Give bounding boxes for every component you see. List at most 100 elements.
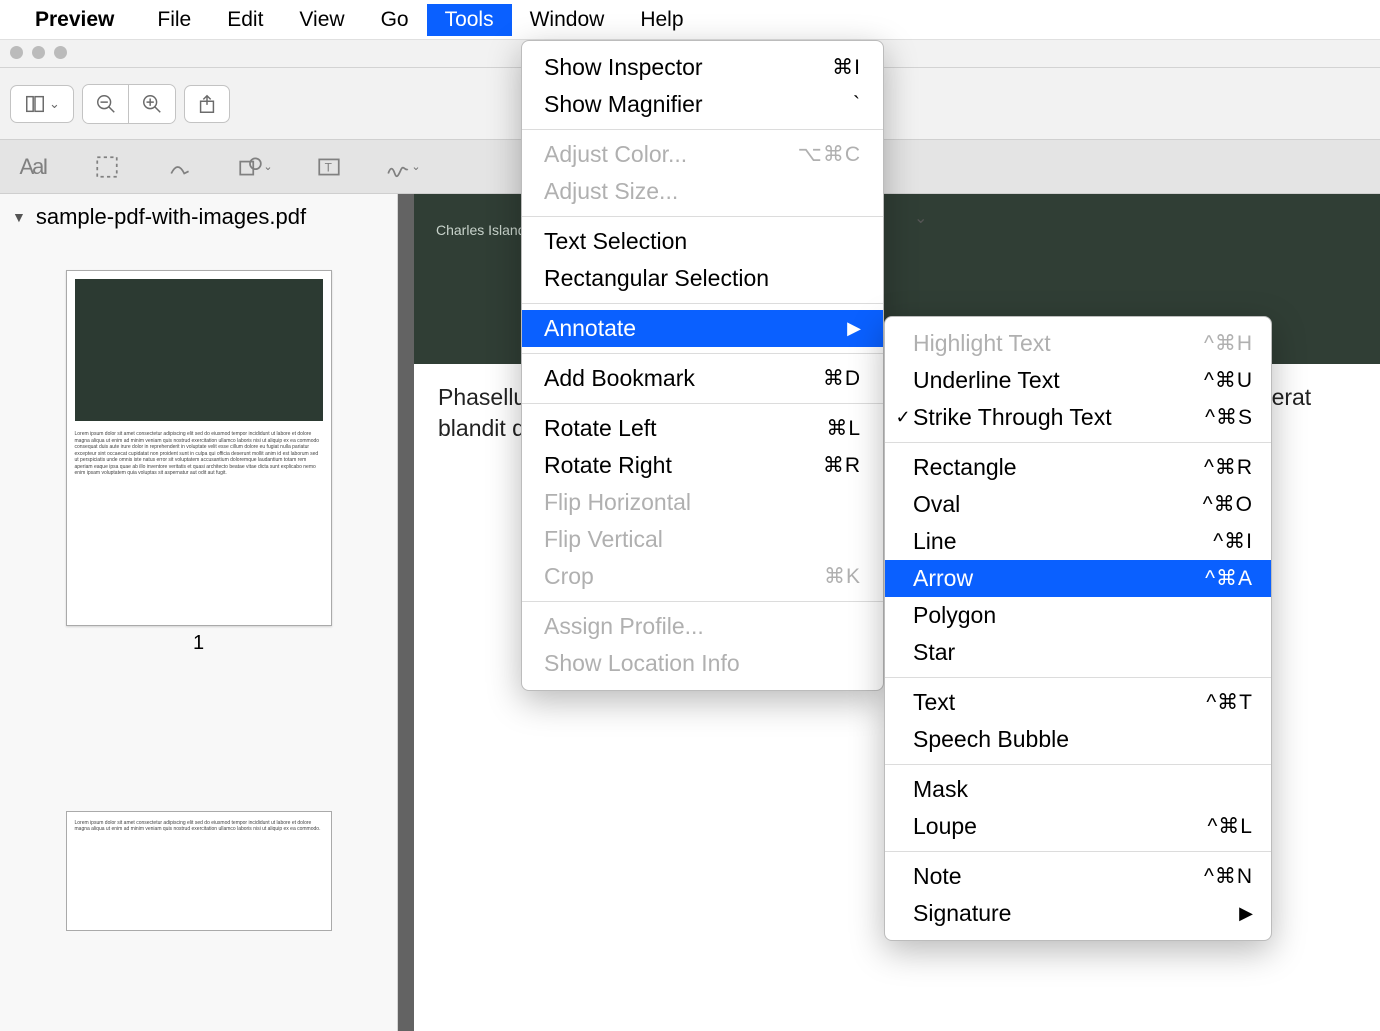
menu-item-flip-vertical: Flip Vertical bbox=[522, 521, 883, 558]
submenu-arrow-icon: ▶ bbox=[847, 318, 861, 339]
shortcut: ^⌘R bbox=[1204, 455, 1253, 480]
menu-item-label: Underline Text bbox=[913, 367, 1060, 394]
page-thumbnail-1[interactable]: Lorem ipsum dolor sit amet consectetur a… bbox=[66, 270, 332, 626]
menu-item-polygon[interactable]: Polygon bbox=[885, 597, 1271, 634]
shortcut: ` bbox=[853, 93, 861, 117]
menu-window[interactable]: Window bbox=[512, 4, 623, 36]
menu-item-label: Strike Through Text bbox=[913, 404, 1112, 431]
shortcut: ^⌘H bbox=[1204, 331, 1253, 356]
menu-item-label: Rectangle bbox=[913, 454, 1017, 481]
menu-item-label: Note bbox=[913, 863, 962, 890]
shortcut: ^⌘T bbox=[1206, 690, 1253, 715]
menu-item-arrow[interactable]: Arrow^⌘A bbox=[885, 560, 1271, 597]
rectangular-select-button[interactable] bbox=[88, 148, 126, 186]
menu-item-label: Loupe bbox=[913, 813, 977, 840]
menu-item-annotate[interactable]: Annotate▶ bbox=[522, 310, 883, 347]
shortcut: ⌥⌘C bbox=[798, 142, 861, 167]
annotate-submenu: Highlight Text^⌘HUnderline Text^⌘U✓Strik… bbox=[884, 316, 1272, 941]
menu-item-label: Add Bookmark bbox=[544, 365, 695, 391]
menu-item-label: Arrow bbox=[913, 565, 973, 592]
shortcut: ^⌘I bbox=[1213, 529, 1253, 554]
menu-item-label: Adjust Color... bbox=[544, 141, 687, 167]
shortcut: ^⌘U bbox=[1204, 368, 1253, 393]
menu-item-show-inspector[interactable]: Show Inspector⌘I bbox=[522, 49, 883, 86]
view-mode-button[interactable]: ⌄ bbox=[10, 85, 74, 123]
menu-item-label: Adjust Size... bbox=[544, 178, 678, 204]
menu-item-loupe[interactable]: Loupe ^⌘L bbox=[885, 808, 1271, 845]
window-traffic-lights bbox=[10, 46, 67, 59]
menu-item-show-location-info: Show Location Info bbox=[522, 645, 883, 682]
menu-item-line[interactable]: Line ^⌘I bbox=[885, 523, 1271, 560]
shortcut: ⌘R bbox=[823, 453, 861, 478]
menu-item-label: Show Magnifier bbox=[544, 91, 703, 117]
menu-item-show-magnifier[interactable]: Show Magnifier ` bbox=[522, 86, 883, 123]
menu-item-text-selection[interactable]: Text Selection bbox=[522, 223, 883, 260]
menu-item-label: Crop bbox=[544, 563, 594, 589]
shortcut: ^⌘O bbox=[1203, 492, 1253, 517]
sign-button[interactable]: ⌄ bbox=[384, 148, 422, 186]
menu-item-star[interactable]: Star bbox=[885, 634, 1271, 671]
menu-item-label: Speech Bubble bbox=[913, 726, 1069, 753]
menu-item-signature[interactable]: Signature▶ bbox=[885, 895, 1271, 932]
disclosure-triangle-icon[interactable]: ▼ bbox=[12, 209, 26, 225]
zoom-in-button[interactable] bbox=[129, 85, 175, 123]
menu-item-rectangle[interactable]: Rectangle ^⌘R bbox=[885, 449, 1271, 486]
menu-item-add-bookmark[interactable]: Add Bookmark ⌘D bbox=[522, 360, 883, 397]
shortcut: ^⌘L bbox=[1207, 814, 1253, 839]
thumbnail-image bbox=[75, 279, 323, 421]
menu-item-oval[interactable]: Oval ^⌘O bbox=[885, 486, 1271, 523]
menu-item-label: Text bbox=[913, 689, 955, 716]
text-style-button[interactable]: AaI bbox=[14, 148, 52, 186]
menu-item-strike-through-text[interactable]: ✓Strike Through Text^⌘S bbox=[885, 399, 1271, 436]
menu-item-crop: Crop ⌘K bbox=[522, 558, 883, 595]
menu-go[interactable]: Go bbox=[363, 4, 427, 36]
shortcut: ^⌘S bbox=[1205, 405, 1253, 430]
menu-item-adjust-size: Adjust Size... bbox=[522, 173, 883, 210]
menu-item-label: Line bbox=[913, 528, 956, 555]
minimize-window[interactable] bbox=[32, 46, 45, 59]
document-row[interactable]: ▼ sample-pdf-with-images.pdf bbox=[0, 194, 397, 240]
share-button[interactable] bbox=[184, 85, 230, 123]
menu-item-label: Highlight Text bbox=[913, 330, 1051, 357]
tools-menu: Show Inspector⌘I Show Magnifier ` Adjust Co… bbox=[521, 40, 884, 691]
menu-item-rotate-left[interactable]: Rotate Left⌘L bbox=[522, 410, 883, 447]
menu-item-note[interactable]: Note ^⌘N bbox=[885, 858, 1271, 895]
menu-item-flip-horizontal: Flip Horizontal bbox=[522, 484, 883, 521]
menu-item-label: Flip Horizontal bbox=[544, 489, 691, 515]
submenu-arrow-icon: ▶ bbox=[1239, 903, 1253, 924]
close-window[interactable] bbox=[10, 46, 23, 59]
menu-item-mask[interactable]: Mask bbox=[885, 771, 1271, 808]
menu-item-speech-bubble[interactable]: Speech Bubble bbox=[885, 721, 1271, 758]
menu-tools[interactable]: Tools bbox=[427, 4, 512, 36]
thumbnail-sidebar: ▼ sample-pdf-with-images.pdf Lorem ipsum… bbox=[0, 194, 398, 1031]
menu-edit[interactable]: Edit bbox=[209, 4, 281, 36]
menu-item-label: Oval bbox=[913, 491, 960, 518]
shortcut: ⌘K bbox=[824, 564, 861, 589]
menu-item-label: Show Location Info bbox=[544, 650, 740, 676]
chevron-down-icon[interactable]: ⌄ bbox=[914, 208, 927, 228]
menu-item-rotate-right[interactable]: Rotate Right⌘R bbox=[522, 447, 883, 484]
app-name[interactable]: Preview bbox=[35, 8, 114, 32]
menu-view[interactable]: View bbox=[281, 4, 362, 36]
zoom-out-button[interactable] bbox=[83, 85, 129, 123]
sketch-button[interactable] bbox=[162, 148, 200, 186]
shapes-button[interactable]: ⌄ bbox=[236, 148, 274, 186]
document-filename: sample-pdf-with-images.pdf bbox=[36, 204, 306, 230]
shortcut: ⌘D bbox=[823, 366, 861, 391]
menu-item-label: Text Selection bbox=[544, 228, 687, 254]
menu-item-label: Polygon bbox=[913, 602, 996, 629]
text-box-button[interactable]: T bbox=[310, 148, 348, 186]
menu-help[interactable]: Help bbox=[622, 4, 701, 36]
shortcut: ⌘I bbox=[832, 55, 861, 80]
menu-item-rectangular-selection[interactable]: Rectangular Selection bbox=[522, 260, 883, 297]
image-caption: Charles Island bbox=[436, 222, 526, 238]
shortcut: ⌘L bbox=[826, 416, 861, 441]
menu-item-text[interactable]: Text ^⌘T bbox=[885, 684, 1271, 721]
zoom-window[interactable] bbox=[54, 46, 67, 59]
thumbnail-text: Lorem ipsum dolor sit amet consectetur a… bbox=[75, 431, 323, 477]
page-number: 1 bbox=[193, 632, 204, 655]
shortcut: ^⌘N bbox=[1204, 864, 1253, 889]
page-thumbnail-2[interactable]: Lorem ipsum dolor sit amet consectetur a… bbox=[66, 811, 332, 931]
menu-item-underline-text[interactable]: Underline Text ^⌘U bbox=[885, 362, 1271, 399]
menu-file[interactable]: File bbox=[139, 4, 209, 36]
